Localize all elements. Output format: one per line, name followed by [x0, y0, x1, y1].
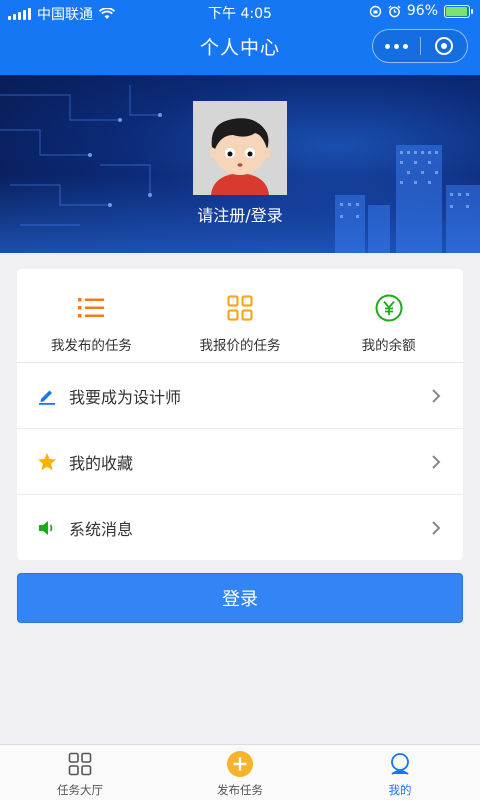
- mini-program-capsule: [372, 29, 468, 63]
- plus-circle-icon: [227, 751, 253, 777]
- tab-publish-task[interactable]: 发布任务: [160, 745, 320, 800]
- menu-item-label: 系统消息: [69, 520, 134, 539]
- tab-bar: 任务大厅 发布任务 我的: [0, 744, 480, 800]
- menu-item-system-messages[interactable]: 系统消息: [17, 495, 463, 561]
- battery-icon: [444, 4, 473, 18]
- quick-action-label: 我的余额: [361, 338, 416, 354]
- tab-label: 我的: [388, 783, 412, 797]
- menu-item-label: 我要成为设计师: [69, 387, 182, 407]
- login-button[interactable]: 登录: [17, 573, 463, 623]
- tab-label: 发布任务: [217, 783, 263, 797]
- quick-action-my-balance[interactable]: 我的余额: [314, 269, 463, 362]
- register-login-link[interactable]: 请注册/登录: [0, 202, 480, 226]
- menu-item-label: 我的收藏: [69, 453, 134, 473]
- quick-action-my-quoted-tasks[interactable]: 我报价的任务: [166, 269, 315, 362]
- cartoon-boy-avatar: [193, 101, 287, 195]
- tab-mine[interactable]: 我的: [320, 745, 480, 800]
- grid-icon: [226, 294, 254, 322]
- top-bar: 中国联通 下午 4:05 96% 个人中心: [0, 0, 480, 75]
- more-dots-icon[interactable]: [373, 30, 420, 62]
- quick-action-label: 我报价的任务: [199, 338, 281, 354]
- menu-item-favorites[interactable]: 我的收藏: [17, 429, 463, 495]
- chevron-right-icon: [432, 454, 441, 469]
- alarm-icon: [388, 5, 401, 17]
- profile-banner: 请注册/登录: [0, 75, 480, 253]
- rotation-lock-icon: [369, 5, 382, 17]
- speaker-icon: [37, 518, 57, 538]
- yuan-circle-icon: [375, 294, 403, 322]
- menu-item-become-designer[interactable]: 我要成为设计师: [17, 363, 463, 429]
- avatar[interactable]: [193, 101, 287, 195]
- quick-action-label: 我发布的任务: [50, 338, 132, 354]
- target-circle-icon[interactable]: [421, 30, 467, 62]
- user-icon: [387, 751, 413, 777]
- tab-task-hall[interactable]: 任务大厅: [0, 745, 160, 800]
- grid-outline-icon: [67, 751, 93, 777]
- list-icon: [77, 294, 105, 322]
- tab-label: 任务大厅: [57, 783, 103, 797]
- chevron-right-icon: [432, 521, 441, 535]
- quick-action-my-published-tasks[interactable]: 我发布的任务: [17, 269, 166, 362]
- battery-percent: 96%: [406, 3, 438, 19]
- menu-card: 我发布的任务 我报价的任务 我的余额 我要成为设计师 我的收藏 系统消息: [17, 269, 463, 560]
- star-icon: [37, 452, 57, 472]
- status-bar: 中国联通 下午 4:05 96%: [0, 0, 480, 24]
- chevron-right-icon: [432, 388, 441, 403]
- quick-actions: 我发布的任务 我报价的任务 我的余额: [17, 269, 463, 363]
- pen-icon: [37, 386, 57, 406]
